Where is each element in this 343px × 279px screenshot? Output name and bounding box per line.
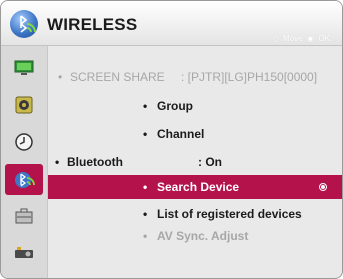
page-title: WIRELESS bbox=[47, 15, 138, 34]
menu-content: • SCREEN SHARE : [PJTR][LG]PH150[0000] •… bbox=[48, 46, 342, 278]
hint-move-label: Move bbox=[282, 34, 303, 43]
bluetooth-label: Bluetooth bbox=[67, 155, 123, 169]
screen-share-label: SCREEN SHARE bbox=[70, 70, 165, 84]
menu-item-search-device[interactable]: • Search Device bbox=[48, 175, 342, 199]
bluetooth-wireless-icon bbox=[10, 10, 38, 38]
screen-share-value: : [PJTR][LG]PH150[0000] bbox=[181, 70, 318, 84]
sidebar-item-sound[interactable] bbox=[5, 90, 43, 121]
sidebar-item-option[interactable] bbox=[5, 201, 43, 232]
group-label: Group bbox=[157, 99, 193, 113]
bullet: • bbox=[143, 99, 148, 113]
sidebar-item-time[interactable] bbox=[5, 127, 43, 158]
menu-item-group[interactable]: • Group bbox=[48, 94, 342, 118]
bullet: • bbox=[143, 180, 148, 194]
search-device-label: Search Device bbox=[157, 180, 240, 194]
hint-ok-label: OK bbox=[318, 34, 330, 43]
registered-devices-label: List of registered devices bbox=[157, 207, 302, 221]
menu-item-channel[interactable]: • Channel bbox=[48, 122, 342, 146]
channel-label: Channel bbox=[157, 127, 205, 141]
av-sync-label: AV Sync. Adjust bbox=[157, 229, 249, 243]
navigation-hint: ◇ Move ◉ OK bbox=[268, 28, 334, 43]
bullet: • bbox=[143, 229, 148, 243]
sidebar-item-input[interactable] bbox=[5, 238, 43, 269]
bullet: • bbox=[143, 207, 148, 221]
category-sidebar bbox=[1, 46, 48, 278]
clock-icon bbox=[15, 133, 33, 151]
ok-button-icon: ◉ bbox=[307, 34, 314, 43]
bullet: • bbox=[58, 70, 63, 84]
picture-monitor-icon bbox=[14, 60, 34, 75]
sidebar-item-picture[interactable] bbox=[5, 53, 43, 84]
bluetooth-wireless-icon bbox=[15, 172, 35, 188]
selected-radio-icon bbox=[319, 183, 327, 191]
projector-icon bbox=[15, 247, 33, 258]
bullet: • bbox=[55, 155, 60, 169]
sound-speaker-icon bbox=[15, 96, 33, 114]
wireless-menu-window: WIRELESS ◇ Move ◉ OK • SCREEN SHARE: [P… bbox=[0, 0, 343, 279]
menu-item-registered-devices[interactable]: • List of registered devices bbox=[48, 202, 342, 226]
sidebar-item-wireless[interactable] bbox=[5, 164, 43, 195]
toolbox-option-icon bbox=[15, 208, 33, 224]
bullet: • bbox=[143, 127, 148, 141]
bluetooth-value: : On bbox=[198, 155, 222, 169]
menu-item-bluetooth[interactable]: • Bluetooth : On bbox=[48, 150, 342, 174]
menu-item-screen-share: • SCREEN SHARE : [PJTR][LG]PH150[0000] bbox=[48, 65, 342, 89]
move-arrows-icon: ◇ bbox=[272, 34, 279, 43]
menu-header: WIRELESS ◇ Move ◉ OK bbox=[1, 1, 342, 46]
menu-item-av-sync: • AV Sync. Adjust bbox=[48, 224, 342, 248]
